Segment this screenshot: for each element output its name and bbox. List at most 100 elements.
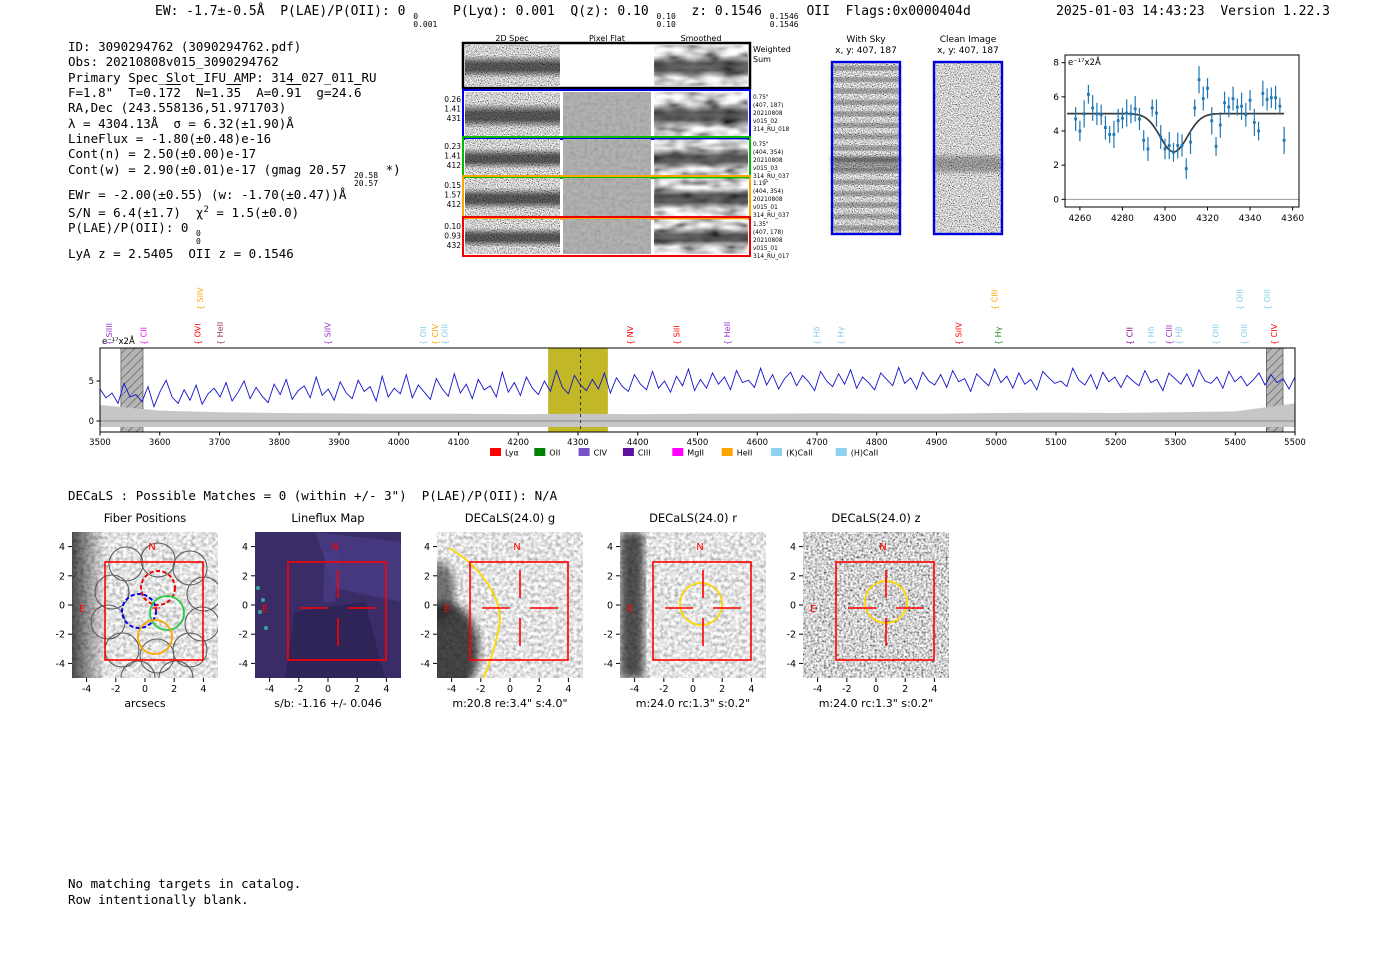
- svg-text:0: 0: [325, 684, 331, 695]
- svg-text:x, y: 407, 187: x, y: 407, 187: [937, 46, 999, 56]
- svg-text:v015_03: v015_03: [753, 166, 778, 172]
- svg-text:-4: -4: [82, 684, 91, 695]
- svg-text:0: 0: [790, 601, 796, 612]
- svg-text:E: E: [79, 604, 85, 615]
- info-line: F=1.8" T=0.172 N=1.35 A=0.91 g=24.6: [68, 85, 362, 101]
- svg-text:(407, 187): (407, 187): [753, 103, 783, 109]
- svg-text:-4: -4: [604, 659, 613, 670]
- svg-text:{ OVI: { OVI: [193, 323, 202, 345]
- svg-text:0.23: 0.23: [444, 142, 461, 151]
- cutout-decals_r: DECaLS(24.0) r N E 4 2 0 -2 -4 -4 -2 0 2 4 m:24.0 rc:…: [604, 511, 766, 710]
- svg-text:-2: -2: [476, 684, 485, 695]
- svg-text:4260: 4260: [1068, 214, 1091, 224]
- svg-text:3600: 3600: [149, 438, 171, 448]
- svg-text:-2: -2: [842, 684, 851, 695]
- svg-text:4340: 4340: [1239, 214, 1262, 224]
- svg-text:{ OIII: { OIII: [1235, 289, 1244, 310]
- svg-text:s/b: -1.16 +/- 0.046: s/b: -1.16 +/- 0.046: [274, 697, 381, 710]
- svg-text:1.19": 1.19": [753, 181, 769, 187]
- svg-text:-4: -4: [239, 659, 248, 670]
- svg-text:5400: 5400: [1224, 438, 1246, 448]
- svg-text:1.35": 1.35": [753, 222, 769, 228]
- svg-text:DECaLS(24.0) z: DECaLS(24.0) z: [831, 511, 920, 525]
- svg-text:4400: 4400: [627, 438, 649, 448]
- svg-text:8: 8: [1053, 59, 1059, 69]
- svg-text:0: 0: [142, 684, 148, 695]
- svg-text:v015_01: v015_01: [753, 246, 778, 252]
- svg-text:2: 2: [607, 571, 613, 582]
- svg-text:N: N: [879, 542, 886, 553]
- sup-sub-value: 0.10 0.10: [656, 12, 676, 29]
- svg-text:4200: 4200: [507, 438, 529, 448]
- svg-text:{ HeII: { HeII: [216, 322, 225, 345]
- svg-text:2: 2: [242, 571, 248, 582]
- svg-text:-4: -4: [787, 659, 796, 670]
- svg-text:4900: 4900: [926, 438, 948, 448]
- svg-text:2: 2: [902, 684, 908, 695]
- svg-text:412: 412: [447, 200, 462, 209]
- svg-text:-4: -4: [421, 659, 430, 670]
- svg-text:-4: -4: [630, 684, 639, 695]
- svg-text:0.26: 0.26: [444, 95, 461, 104]
- svg-text:{ CIV: { CIV: [431, 323, 440, 345]
- svg-text:{ SiIII: { SiIII: [105, 323, 114, 345]
- svg-text:{ HeII: { HeII: [723, 322, 732, 345]
- svg-text:0.10: 0.10: [444, 222, 461, 231]
- spec2d-svg: 2D Spec Pixel Flat Smoothed WeightedSum 0.26…: [444, 34, 791, 260]
- svg-text:4360: 4360: [1281, 214, 1304, 224]
- svg-text:3500: 3500: [89, 438, 111, 448]
- svg-text:(404, 354): (404, 354): [753, 150, 783, 156]
- footer-line: No matching targets in catalog.: [68, 876, 302, 891]
- info-line: Cont(n) = 2.50(±0.00)e-17: [68, 146, 257, 162]
- svg-text:0.15: 0.15: [444, 181, 461, 190]
- svg-text:1.57: 1.57: [444, 191, 461, 200]
- svg-text:5200: 5200: [1105, 438, 1127, 448]
- svg-text:4100: 4100: [448, 438, 470, 448]
- svg-text:4500: 4500: [687, 438, 709, 448]
- svg-text:x, y: 407, 187: x, y: 407, 187: [835, 46, 897, 56]
- svg-text:{ CIII: { CIII: [990, 290, 999, 310]
- sup-sub-value: 00: [195, 229, 201, 246]
- svg-text:4: 4: [931, 684, 937, 695]
- detection-info-block: ID: 3090294762 (3090294762.pdf) Obs: 2021…: [68, 39, 401, 261]
- svg-text:{ OIII: { OIII: [1212, 324, 1221, 345]
- info-line: Obs: 20210808v015_3090294762: [68, 54, 279, 70]
- info-line: LineFlux = -1.80(±0.48)e-16: [68, 131, 272, 147]
- header-summary: EW: -1.7±-0.5Å P(LAE)/P(OII): 0 0 0.001 P…: [155, 4, 971, 29]
- svg-text:Lyα: Lyα: [505, 449, 519, 458]
- svg-text:-2: -2: [294, 684, 303, 695]
- line-fit-plot: 0 2 4 6 8 4260 4280 4300 4320 4340 4360 e⁻¹⁷x2Å: [1035, 45, 1307, 235]
- svg-text:{ SiIV: { SiIV: [955, 322, 964, 345]
- svg-text:Clean Image: Clean Image: [940, 35, 997, 45]
- svg-text:0: 0: [873, 684, 879, 695]
- info-line: RA,Dec (243.558136,51.971703): [68, 100, 287, 116]
- svg-text:{ OIII: { OIII: [1240, 324, 1249, 345]
- svg-text:Smoothed: Smoothed: [681, 34, 722, 43]
- cutout-decals_z: DECaLS(24.0) z N E 4 2 0 -2 -4 -4 -2 0 2 4 m:24.0 rc:…: [787, 511, 949, 710]
- svg-text:0: 0: [607, 601, 613, 612]
- svg-text:5300: 5300: [1165, 438, 1187, 448]
- svg-text:4800: 4800: [866, 438, 888, 448]
- svg-text:5500: 5500: [1284, 438, 1306, 448]
- svg-text:Sum: Sum: [753, 55, 771, 64]
- svg-text:E: E: [262, 604, 268, 615]
- svg-text:{ Hγ: { Hγ: [836, 326, 845, 345]
- svg-text:-4: -4: [56, 659, 65, 670]
- svg-text:5: 5: [89, 377, 94, 387]
- svg-text:N: N: [513, 542, 520, 553]
- svg-text:{ OIII: { OIII: [441, 324, 450, 345]
- svg-text:2: 2: [1053, 161, 1059, 171]
- svg-text:{ SiIV: { SiIV: [324, 322, 333, 345]
- svg-text:DECaLS(24.0) r: DECaLS(24.0) r: [649, 511, 737, 525]
- info-line: λ = 4304.13Å σ = 6.32(±1.90)Å: [68, 115, 294, 131]
- svg-text:4: 4: [565, 684, 571, 695]
- svg-text:arcsecs: arcsecs: [124, 697, 166, 710]
- svg-text:{ SiII: { SiII: [673, 325, 682, 345]
- svg-text:3800: 3800: [268, 438, 290, 448]
- svg-text:4600: 4600: [746, 438, 768, 448]
- svg-text:Weighted: Weighted: [753, 45, 791, 54]
- svg-text:0: 0: [59, 601, 65, 612]
- svg-text:5000: 5000: [985, 438, 1007, 448]
- header-timestamp-version: 2025-01-03 14:43:23 Version 1.22.3: [1056, 4, 1330, 19]
- svg-text:3900: 3900: [328, 438, 350, 448]
